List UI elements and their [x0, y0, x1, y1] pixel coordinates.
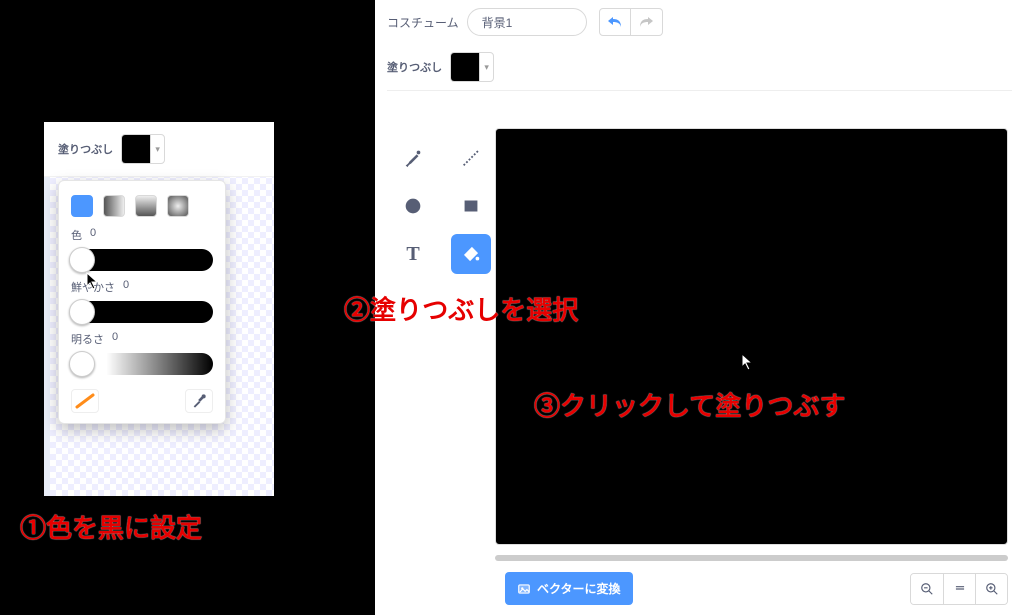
top-bar: コスチューム: [375, 0, 1024, 44]
zoom-controls: [910, 573, 1008, 605]
costume-label: コスチューム: [387, 14, 459, 31]
brush-tool[interactable]: [393, 138, 433, 178]
saturation-label: 鮮やかさ: [71, 279, 115, 295]
fill-swatch[interactable]: ▾: [450, 52, 494, 82]
zoom-in-button[interactable]: [975, 574, 1007, 604]
zoom-out-button[interactable]: [911, 574, 943, 604]
hue-value: 0: [90, 227, 96, 243]
undo-button[interactable]: [599, 8, 631, 36]
brightness-slider[interactable]: [71, 353, 213, 375]
annotation-1: ①色を黒に設定: [20, 508, 202, 545]
saturation-value: 0: [123, 279, 129, 295]
brightness-label: 明るさ: [71, 331, 104, 347]
redo-button[interactable]: [631, 8, 663, 36]
brightness-slider-thumb[interactable]: [69, 351, 95, 377]
chevron-down-icon: ▾: [150, 135, 164, 163]
hue-slider[interactable]: [71, 249, 213, 271]
horizontal-scrollbar[interactable]: [495, 555, 1008, 561]
hue-slider-thumb[interactable]: [69, 247, 95, 273]
zoom-reset-button[interactable]: [943, 574, 975, 604]
fill-mode-radial-gradient[interactable]: [167, 195, 189, 217]
tool-palette: T: [375, 108, 495, 615]
circle-tool[interactable]: [393, 186, 433, 226]
saturation-slider-block: 鮮やかさ 0: [71, 279, 213, 323]
left-fill-swatch[interactable]: ▾: [121, 134, 165, 164]
chevron-down-icon: ▾: [479, 53, 493, 81]
annotation-2: ②塗りつぶしを選択: [344, 290, 578, 327]
text-tool[interactable]: T: [393, 234, 433, 274]
vector-button-label: ベクターに変換: [537, 580, 621, 597]
costume-name-input[interactable]: [467, 8, 587, 36]
fill-tool[interactable]: [451, 234, 491, 274]
color-picker-popup: 色 0 鮮やかさ 0 明るさ 0: [58, 180, 226, 424]
convert-to-vector-button[interactable]: ベクターに変換: [505, 572, 633, 605]
no-fill-button[interactable]: [71, 389, 99, 413]
fill-swatch-color: [451, 53, 479, 81]
workspace: T ベクターに変換: [375, 108, 1024, 615]
picker-bottom-row: [71, 389, 213, 413]
left-fill-strip: 塗りつぶし ▾: [44, 122, 274, 177]
left-fill-row: 塗りつぶし ▾: [44, 122, 274, 177]
left-fill-label: 塗りつぶし: [58, 141, 113, 157]
hue-slider-block: 色 0: [71, 227, 213, 271]
fill-mode-vertical-gradient[interactable]: [135, 195, 157, 217]
saturation-slider[interactable]: [71, 301, 213, 323]
brightness-value: 0: [112, 331, 118, 347]
image-icon: [517, 582, 531, 596]
paint-canvas[interactable]: [495, 128, 1008, 545]
fill-row: 塗りつぶし ▾: [375, 44, 1024, 90]
hue-label: 色: [71, 227, 82, 243]
bottom-controls: ベクターに変換: [495, 572, 1008, 605]
left-fill-swatch-color: [122, 135, 150, 163]
saturation-slider-thumb[interactable]: [69, 299, 95, 325]
brightness-slider-block: 明るさ 0: [71, 331, 213, 375]
undo-redo-group: [599, 8, 663, 36]
canvas-area: ベクターに変換: [495, 108, 1024, 615]
rectangle-tool[interactable]: [451, 186, 491, 226]
fill-mode-horizontal-gradient[interactable]: [103, 195, 125, 217]
fill-mode-row: [71, 195, 213, 217]
fill-mode-solid[interactable]: [71, 195, 93, 217]
eyedropper-button[interactable]: [185, 389, 213, 413]
annotation-3: ③クリックして塗りつぶす: [534, 386, 845, 423]
fill-label: 塗りつぶし: [387, 59, 442, 75]
line-tool[interactable]: [451, 138, 491, 178]
divider: [387, 90, 1012, 91]
